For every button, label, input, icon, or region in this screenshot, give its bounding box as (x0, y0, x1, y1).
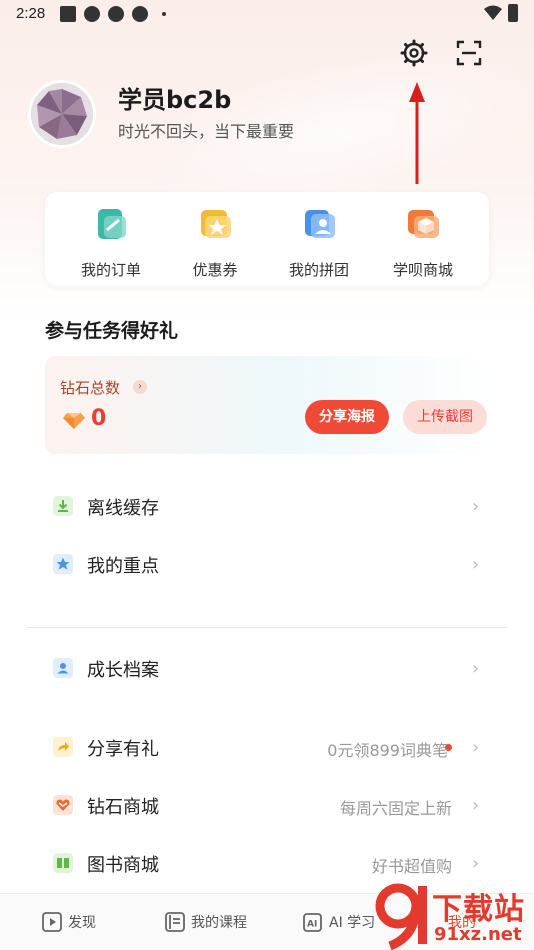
list-item-label: 成长档案 (87, 660, 159, 681)
app-notification-icon (84, 6, 100, 22)
avatar[interactable] (28, 80, 96, 148)
diamond-icon (63, 413, 85, 429)
quick-item-label: 我的拼团 (288, 261, 349, 279)
star-icon (53, 554, 73, 574)
red-arrow-annotation (409, 82, 425, 184)
list-item-growth-record[interactable]: 成长档案 › (0, 646, 534, 690)
chevron-right-icon: › (472, 658, 480, 679)
gear-icon (400, 39, 428, 67)
diamond-shop-icon (53, 795, 73, 815)
list-item-value: 每周六固定上新 (339, 799, 452, 818)
watermark-logo: 下载站 91xz.net (372, 882, 534, 950)
divider (27, 627, 508, 628)
quick-item-coupons[interactable]: 优惠券 (165, 206, 265, 280)
status-time: 2:28 (16, 5, 46, 22)
avatar-image (31, 83, 93, 145)
chevron-right-icon: › (472, 496, 480, 517)
group-icon (305, 210, 335, 238)
book-icon (53, 853, 73, 873)
list-item-label: 分享有礼 (87, 739, 159, 760)
nav-ai-learning[interactable]: AI AI 学习 (303, 912, 375, 932)
watermark-url: 91xz.net (434, 924, 522, 945)
battery-icon (508, 4, 518, 22)
watermark-icon (375, 883, 427, 950)
ai-icon: AI (303, 913, 322, 932)
nav-discover[interactable]: 发现 (42, 912, 96, 932)
quick-item-label: 我的订单 (80, 261, 141, 279)
user-motto: 时光不回头，当下最重要 (118, 122, 295, 141)
nav-my-courses[interactable]: 我的课程 (165, 912, 247, 932)
share-icon (53, 737, 73, 757)
settings-button[interactable] (397, 36, 431, 70)
quick-item-orders[interactable]: 我的订单 (61, 206, 161, 280)
quick-item-shop[interactable]: 学呗商城 (373, 206, 473, 280)
order-icon (98, 209, 126, 239)
nav-label: 发现 (68, 915, 96, 931)
coupon-icon (201, 210, 231, 238)
list-item-label: 离线缓存 (87, 498, 159, 519)
red-dot-badge (445, 744, 452, 751)
tasks-section-title: 参与任务得好礼 (45, 320, 179, 342)
scan-icon (456, 40, 482, 66)
quick-menu-card: 我的订单 优惠券 我的拼团 学呗商城 (45, 192, 489, 286)
app-notification-icon (108, 6, 124, 22)
list-item-value: 好书超值购 (371, 857, 452, 876)
diamond-value: 0 (91, 406, 107, 431)
course-icon (165, 912, 185, 932)
chevron-right-icon: › (472, 554, 480, 575)
list-item-offline-cache[interactable]: 离线缓存 › (0, 484, 534, 528)
chevron-right-icon: › (472, 853, 480, 874)
quick-item-label: 学呗商城 (392, 261, 453, 279)
quick-item-label: 优惠券 (192, 261, 238, 279)
list-item-share-gift[interactable]: 分享有礼 0元领899词典笔 › (0, 725, 534, 769)
notification-icon (60, 6, 76, 22)
quick-item-group-buy[interactable]: 我的拼团 (269, 206, 369, 280)
nav-label: 我的课程 (191, 915, 247, 931)
profile-icon (53, 658, 73, 678)
wifi-icon (484, 5, 502, 20)
list-item-label: 图书商城 (87, 855, 159, 876)
list-item-label: 我的重点 (87, 556, 159, 577)
list-item-diamond-shop[interactable]: 钻石商城 每周六固定上新 › (0, 783, 534, 827)
list-item-my-highlights[interactable]: 我的重点 › (0, 542, 534, 586)
svg-text:AI: AI (307, 920, 317, 930)
upload-screenshot-button[interactable]: 上传截图 (403, 400, 487, 434)
list-item-label: 钻石商城 (87, 797, 159, 818)
download-icon (53, 496, 73, 516)
chevron-right-icon[interactable]: › (133, 380, 147, 394)
shop-icon (408, 210, 439, 238)
list-item-book-shop[interactable]: 图书商城 好书超值购 › (0, 841, 534, 885)
chevron-right-icon: › (472, 795, 480, 816)
app-notification-icon (132, 6, 148, 22)
scan-button[interactable] (452, 36, 486, 70)
list-item-value: 0元领899词典笔 (327, 741, 448, 760)
chevron-right-icon: › (472, 737, 480, 758)
user-name[interactable]: 学员bc2b (118, 80, 231, 115)
nav-label: AI 学习 (329, 915, 376, 931)
status-bar: 2:28 (0, 0, 534, 28)
watermark-text: 下载站 (432, 892, 525, 927)
diamond-total-label[interactable]: 钻石总数 (60, 377, 120, 398)
more-notifications-icon (162, 12, 166, 16)
diamond-card: 钻石总数 › 0 分享海报 上传截图 (45, 356, 489, 454)
share-poster-button[interactable]: 分享海报 (305, 400, 389, 434)
discover-icon (42, 912, 62, 932)
